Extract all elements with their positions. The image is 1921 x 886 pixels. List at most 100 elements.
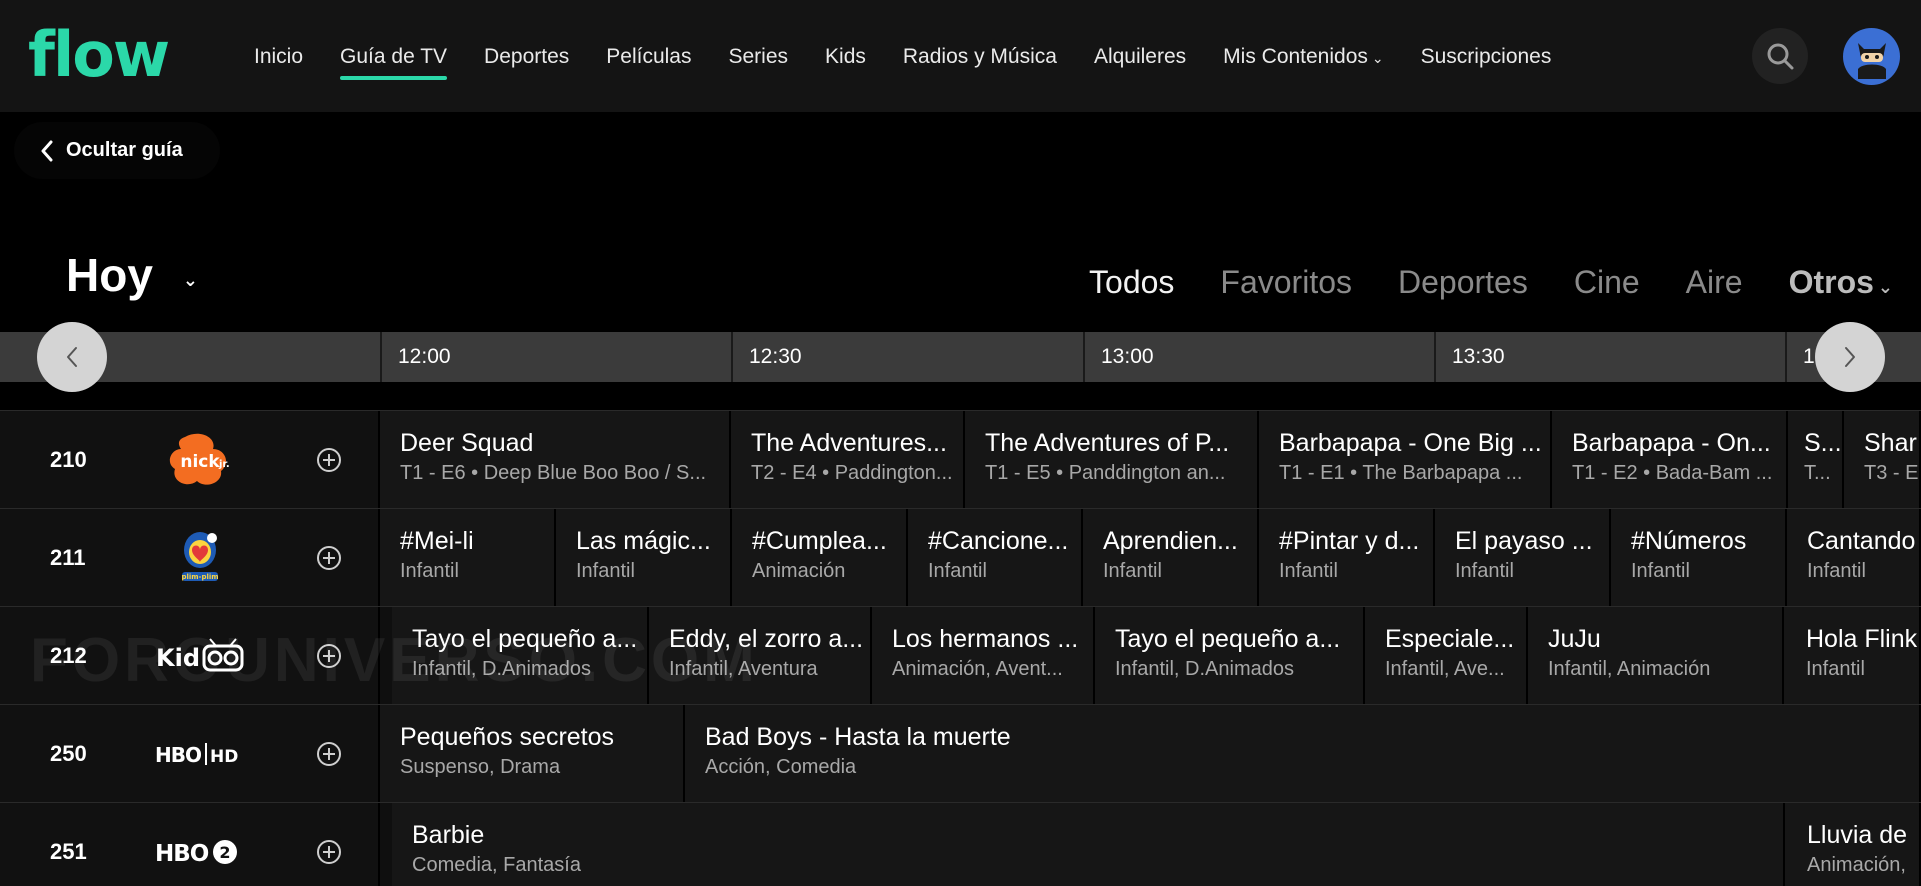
nav-inicio[interactable]: Inicio [254, 38, 303, 78]
hbo-2-logo[interactable]: HBO 2 [150, 823, 250, 881]
program-cell[interactable]: Eddy, el zorro a... Infantil, Aventura [649, 607, 872, 705]
search-icon [1767, 43, 1794, 70]
program-cell[interactable]: The Adventures... T2 - E4 • Paddington... [731, 411, 965, 509]
filter-otros[interactable]: Otros ⌄ [1789, 264, 1893, 301]
category-filters: Todos Favoritos Deportes Cine Aire Otros… [1089, 264, 1893, 301]
chevron-down-icon: ⌄ [182, 269, 198, 290]
program-cell[interactable]: Deer Squad T1 - E6 • Deep Blue Boo Boo / … [380, 411, 731, 509]
nav-deportes[interactable]: Deportes [484, 38, 569, 78]
time-tick: 1 [1785, 332, 1815, 382]
add-favorite-icon[interactable] [316, 839, 342, 865]
filter-cine[interactable]: Cine [1574, 264, 1640, 301]
add-favorite-icon[interactable] [316, 643, 342, 669]
channel-row: 212 Kid Tayo el pequeño a... Infantil, D.… [0, 606, 1921, 705]
program-cell[interactable]: The Adventures of P... T1 - E5 • Pandding… [965, 411, 1259, 509]
svg-text:HBO: HBO [155, 743, 201, 767]
nav-suscripciones[interactable]: Suscripciones [1421, 38, 1552, 78]
svg-text:HD: HD [210, 747, 238, 767]
time-tick: 12:00 [380, 332, 451, 382]
channel-row: 250 HBO HD Pequeños secretos Suspenso, Dr… [0, 704, 1921, 803]
channel-cell: 211 plim-plim [0, 509, 380, 607]
chevron-down-icon: ⌄ [1877, 277, 1893, 297]
top-navigation-bar: flow Inicio Guía de TV Deportes Película… [0, 0, 1921, 112]
svg-text:nick: nick [180, 452, 220, 472]
svg-text:2: 2 [219, 843, 230, 862]
tv-guide-grid: 210 nick jr. Deer Squad T1 - E6 • Deep Bl… [0, 410, 1921, 886]
program-cell[interactable]: Barbapapa - One Big ... T1 - E1 • The Bar… [1259, 411, 1552, 509]
time-tick: 13:30 [1434, 332, 1505, 382]
program-cell[interactable]: Lluvia de Animación, [1785, 803, 1921, 886]
svg-text:Kid: Kid [156, 644, 200, 672]
nav-kids[interactable]: Kids [825, 38, 866, 78]
program-cell[interactable]: S... T... [1788, 411, 1844, 509]
program-cell[interactable]: Aprendien... Infantil [1083, 509, 1259, 607]
program-cell[interactable]: #Cumplea... Animación [732, 509, 908, 607]
channel-number: 210 [50, 447, 87, 472]
program-cell[interactable]: Bad Boys - Hasta la muerte Acción, Comedi… [685, 705, 1921, 803]
nick-jr-logo[interactable]: nick jr. [150, 431, 250, 489]
nav-radios-y-musica[interactable]: Radios y Música [903, 38, 1057, 78]
channel-cell: 212 Kid [0, 607, 380, 705]
hide-guide-button[interactable]: Ocultar guía [14, 122, 220, 179]
time-ruler: 12:00 12:30 13:00 13:30 1 [0, 332, 1921, 382]
day-selector[interactable]: Hoy ⌄ [66, 248, 198, 302]
scroll-left-button[interactable] [37, 322, 107, 392]
kidoo-logo[interactable]: Kid [150, 627, 250, 685]
program-cell[interactable]: Barbie Comedia, Fantasía [392, 803, 1785, 886]
chevron-down-icon: ⌄ [1371, 50, 1384, 66]
nav-series[interactable]: Series [728, 38, 788, 78]
program-cell[interactable]: Los hermanos ... Animación, Avent... [872, 607, 1095, 705]
program-cell[interactable]: Especiale... Infantil, Ave... [1365, 607, 1528, 705]
scroll-right-button[interactable] [1815, 322, 1885, 392]
nav-guia-de-tv[interactable]: Guía de TV [340, 38, 448, 80]
program-cell[interactable]: Barbapapa - On... T1 - E2 • Bada-Bam ... [1552, 411, 1788, 509]
hide-guide-label: Ocultar guía [66, 139, 183, 161]
time-tick: 12:30 [731, 332, 802, 382]
filter-favoritos[interactable]: Favoritos [1220, 264, 1352, 301]
main-nav: Inicio Guía de TV Deportes Películas Ser… [254, 38, 1588, 80]
channel-cell: 251 HBO 2 [0, 803, 380, 886]
hbo-hd-logo[interactable]: HBO HD [150, 725, 250, 783]
svg-text:jr.: jr. [218, 459, 230, 470]
filter-aire[interactable]: Aire [1686, 264, 1743, 301]
program-cell[interactable]: #Números Infantil [1611, 509, 1787, 607]
program-cell[interactable]: Las mágic... Infantil [556, 509, 732, 607]
channel-row: 251 HBO 2 Barbie Comedia, Fantasía Lluvia… [0, 802, 1921, 886]
chevron-right-icon [1845, 347, 1855, 367]
channel-row: 210 nick jr. Deer Squad T1 - E6 • Deep Bl… [0, 410, 1921, 509]
channel-number: 250 [50, 741, 87, 766]
program-cell[interactable]: #Mei-li Infantil [380, 509, 556, 607]
day-label: Hoy [66, 249, 153, 301]
filter-deportes[interactable]: Deportes [1398, 264, 1528, 301]
channel-number: 251 [50, 839, 87, 864]
ninja-avatar-icon [1857, 42, 1886, 79]
search-button[interactable] [1752, 28, 1808, 84]
channel-cell: 250 HBO HD [0, 705, 380, 803]
add-favorite-icon[interactable] [316, 447, 342, 473]
user-avatar[interactable] [1843, 28, 1900, 85]
nav-peliculas[interactable]: Películas [606, 38, 691, 78]
filter-todos[interactable]: Todos [1089, 264, 1174, 301]
program-cell[interactable]: Tayo el pequeño a... Infantil, D.Animados [392, 607, 649, 705]
program-cell[interactable]: Tayo el pequeño a... Infantil, D.Animados [1095, 607, 1365, 705]
channel-number: 211 [50, 545, 86, 570]
svg-text:HBO: HBO [155, 841, 209, 867]
svg-text:plim-plim: plim-plim [181, 573, 218, 581]
add-favorite-icon[interactable] [316, 545, 342, 571]
channel-row: 211 plim-plim #Mei-li Infantil Las mágic.… [0, 508, 1921, 607]
nav-alquileres[interactable]: Alquileres [1094, 38, 1186, 78]
chevron-left-icon [67, 347, 77, 367]
time-tick: 13:00 [1083, 332, 1154, 382]
flow-logo[interactable]: flow [28, 18, 170, 92]
program-cell[interactable]: Cantando Infantil [1787, 509, 1921, 607]
add-favorite-icon[interactable] [316, 741, 342, 767]
program-cell[interactable]: Hola Flink Infantil [1784, 607, 1921, 705]
program-cell[interactable]: #Pintar y d... Infantil [1259, 509, 1435, 607]
program-cell[interactable]: Shar T3 - E [1844, 411, 1921, 509]
program-cell[interactable]: JuJu Infantil, Animación [1528, 607, 1784, 705]
nav-mis-contenidos[interactable]: Mis Contenidos ⌄ [1223, 38, 1383, 78]
program-cell[interactable]: El payaso ... Infantil [1435, 509, 1611, 607]
plim-plim-logo[interactable]: plim-plim [150, 529, 250, 587]
program-cell[interactable]: Pequeños secretos Suspenso, Drama [380, 705, 685, 803]
program-cell[interactable]: #Cancione... Infantil [908, 509, 1083, 607]
